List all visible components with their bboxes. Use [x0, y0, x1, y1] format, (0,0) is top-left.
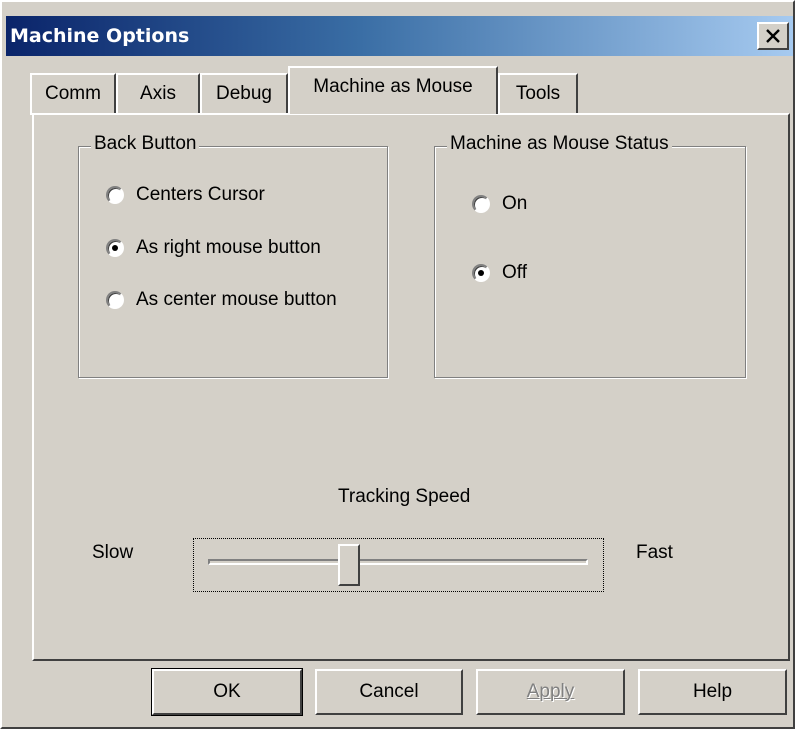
radio-circle-selected[interactable]	[472, 264, 490, 282]
back-button-group: Back Button	[78, 133, 388, 378]
close-icon	[766, 29, 780, 43]
machine-options-dialog: Machine Options Comm Axis Debug Machine …	[0, 0, 795, 729]
tab-axis[interactable]: Axis	[116, 73, 200, 115]
status-group-title: Machine as Mouse Status	[447, 133, 672, 155]
radio-circle[interactable]	[106, 291, 124, 309]
cancel-button[interactable]: Cancel	[315, 669, 463, 715]
radio-circle[interactable]	[106, 186, 124, 204]
apply-button[interactable]: Apply	[476, 669, 625, 715]
radio-circle-selected[interactable]	[106, 239, 124, 257]
tab-debug[interactable]: Debug	[200, 73, 288, 115]
fast-label: Fast	[636, 542, 673, 563]
title-bar[interactable]: Machine Options	[6, 16, 793, 56]
window-title: Machine Options	[10, 25, 190, 47]
status-group: Machine as Mouse Status	[434, 133, 746, 378]
slider-thumb[interactable]	[337, 544, 360, 586]
tab-machine-as-mouse[interactable]: Machine as Mouse	[288, 66, 498, 114]
slider-track[interactable]	[208, 559, 588, 565]
help-button[interactable]: Help	[638, 669, 787, 715]
tab-tools[interactable]: Tools	[498, 73, 578, 115]
back-button-group-title: Back Button	[91, 133, 200, 155]
radio-dot	[112, 245, 118, 251]
tracking-speed-slider[interactable]	[193, 538, 604, 592]
tracking-speed-label: Tracking Speed	[338, 486, 471, 507]
close-button[interactable]	[757, 22, 789, 50]
radio-circle[interactable]	[472, 195, 490, 213]
slow-label: Slow	[92, 542, 134, 563]
ok-button[interactable]: OK	[151, 668, 303, 716]
radio-dot	[478, 270, 484, 276]
tab-comm[interactable]: Comm	[30, 73, 116, 115]
